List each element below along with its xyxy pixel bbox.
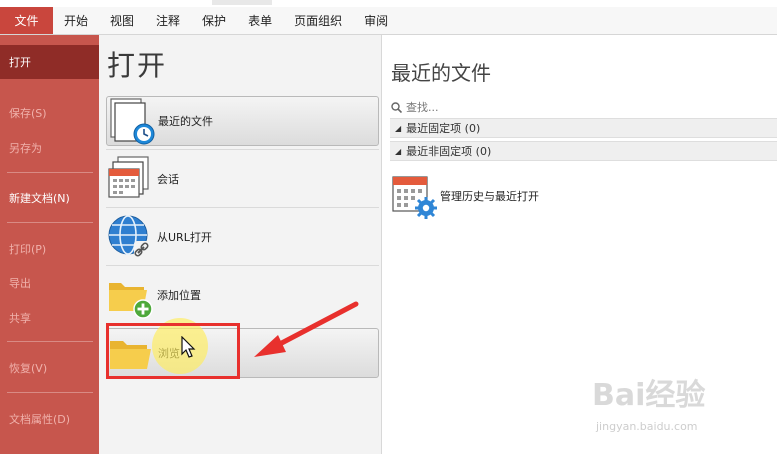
menu-divider: [7, 341, 93, 342]
recent-search: [391, 98, 771, 116]
option-divider: [106, 265, 379, 266]
annotation-arrow-icon: [254, 301, 359, 357]
collapse-triangle-icon: ◢: [395, 146, 402, 156]
backstage-menu: 打开 保存(S) 另存为 新建文档(N) 打印(P) 导出 共享 恢复(V) 文…: [0, 35, 99, 454]
menu-item-new[interactable]: 新建文档(N): [0, 188, 99, 208]
tab-comment[interactable]: 注释: [145, 7, 191, 34]
menu-item-export[interactable]: 导出: [0, 273, 99, 293]
search-icon: [391, 101, 402, 113]
option-divider: [106, 207, 379, 208]
page-title: 打开: [107, 49, 168, 82]
option-divider: [106, 149, 379, 150]
menu-item-open[interactable]: 打开: [0, 45, 99, 79]
open-option-recent[interactable]: 最近的文件: [106, 96, 379, 146]
tab-organize[interactable]: 页面组织: [283, 7, 353, 34]
menu-divider: [7, 222, 93, 223]
menu-divider: [7, 392, 93, 393]
collapse-triangle-icon: ◢: [395, 123, 402, 133]
app-window: 文件 开始 视图 注释 保护 表单 页面组织 审阅 打开 保存(S) 另存为 新…: [0, 0, 777, 454]
ribbon-tabs: 文件 开始 视图 注释 保护 表单 页面组织 审阅: [0, 7, 777, 35]
watermark: Bai经验 jingyan.baidu.com: [592, 370, 762, 440]
watermark-url: jingyan.baidu.com: [596, 420, 698, 433]
menu-item-recover[interactable]: 恢复(V): [0, 358, 99, 378]
menu-divider: [7, 172, 93, 173]
manage-history-label: 管理历史与最近打开: [440, 190, 539, 203]
manage-history-link[interactable]: 管理历史与最近打开: [391, 173, 539, 219]
folder-add-icon: [106, 271, 156, 319]
tab-review[interactable]: 审阅: [353, 7, 399, 34]
open-options-panel: 打开 最近的文件 会话 从URL打开 添加位置: [99, 35, 382, 454]
menu-item-properties[interactable]: 文档属性(D): [0, 409, 99, 429]
open-option-session[interactable]: 会话: [106, 154, 379, 204]
open-option-recent-label: 最近的文件: [158, 115, 213, 128]
recent-files-title: 最近的文件: [391, 61, 491, 85]
open-option-session-label: 会话: [157, 173, 179, 186]
globe-link-icon: [106, 213, 156, 261]
menu-item-share[interactable]: 共享: [0, 308, 99, 328]
unpinned-group-header[interactable]: ◢ 最近非固定项 (0): [390, 141, 777, 161]
recent-files-icon: [107, 97, 157, 145]
search-input[interactable]: [406, 100, 746, 114]
open-option-url-label: 从URL打开: [157, 231, 212, 244]
menu-item-save-as[interactable]: 另存为: [0, 138, 99, 158]
mouse-pointer-icon: [181, 336, 196, 358]
calendar-gear-icon: [392, 176, 437, 219]
watermark-brand: Bai经验: [592, 378, 706, 413]
pinned-group-header[interactable]: ◢ 最近固定项 (0): [390, 118, 777, 138]
open-option-url[interactable]: 从URL打开: [106, 212, 379, 262]
tab-file[interactable]: 文件: [0, 7, 53, 34]
session-calendar-icon: [106, 155, 156, 203]
tab-view[interactable]: 视图: [99, 7, 145, 34]
menu-item-print[interactable]: 打印(P): [0, 239, 99, 259]
pinned-group-label: 最近固定项 (0): [406, 122, 481, 135]
annotation-highlight-box: [106, 323, 240, 379]
tab-protect[interactable]: 保护: [191, 7, 237, 34]
title-strip: [0, 0, 777, 7]
open-option-add-place-label: 添加位置: [157, 289, 201, 302]
menu-item-save[interactable]: 保存(S): [0, 103, 99, 123]
title-ghost: [212, 0, 272, 5]
tab-form[interactable]: 表单: [237, 7, 283, 34]
tab-home[interactable]: 开始: [53, 7, 99, 34]
unpinned-group-label: 最近非固定项 (0): [406, 145, 492, 158]
